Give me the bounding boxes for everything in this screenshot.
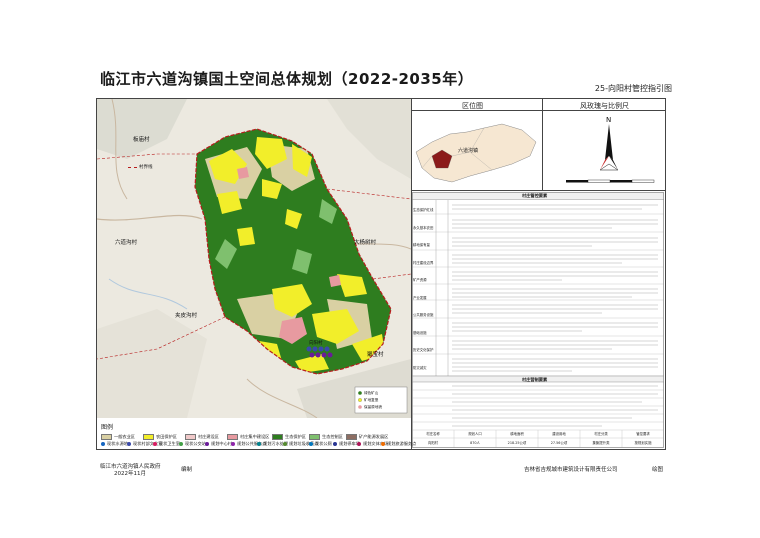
legend-toilet: 现状公厕	[309, 441, 332, 447]
table-subtitle: 村庄营制要素	[522, 377, 548, 382]
legend-tourism: 规划旅游服务点	[381, 441, 416, 447]
legend-water-source: 现状水源地	[101, 441, 128, 447]
map-inner-legend: 绿色矿山 矿地复垦 保留原地貌	[364, 391, 382, 409]
legend-mineral: 矿产能源发展区	[346, 434, 388, 440]
legend-center-village: 规划中心村	[205, 441, 232, 447]
village-label-jubao: 聚宝村	[367, 352, 384, 358]
legend-clinic: 现状卫生室	[153, 441, 180, 447]
village-label-banmiao: 板庙村	[133, 137, 150, 143]
village-label-dayangshu: 大杨树村	[354, 240, 377, 246]
village-label-liudaogou: 六道沟村	[115, 240, 138, 246]
svg-text:N: N	[606, 116, 611, 124]
legend-eco-protect: 生态保护区	[272, 434, 306, 440]
compass-title: 风玫瑰与比例尺	[580, 102, 629, 110]
footer-company: 吉林省吉规城市建筑设计有限责任公司	[524, 467, 618, 473]
legend-title: 图例	[101, 424, 114, 431]
legend-eco-control: 生态控制区	[309, 434, 343, 440]
legend-parking: 规划停车场	[333, 441, 360, 447]
legend-bus-stop: 现状公交站	[179, 441, 206, 447]
footer-org: 临江市六道沟镇人民政府 2022年11月	[100, 464, 161, 477]
table-bottom-row: 向阳村 870人 218.25公顷 27.56公顷 集聚提升类 按规划实施	[427, 441, 652, 445]
compass-rose: N	[560, 112, 660, 190]
boundary-legend-label: 村界线	[128, 164, 153, 170]
footer-draw: 绘图	[652, 467, 664, 473]
legend-village-core: 村庄集中建设区	[227, 434, 269, 440]
village-label-xiangyang: 向阳村	[309, 341, 323, 346]
map-subtitle: 25-向阳村管控指引图	[594, 84, 672, 93]
control-table: 村庄管控要素 村庄营制要素 生态保护红线 永久基本农田 耕地保有量 村庄建设边界…	[412, 192, 664, 448]
table-title: 村庄管控要素	[522, 193, 548, 198]
table-bottom-header: 村庄名称 规划人口 耕地面积 建设用地 村庄分类 管控要求	[426, 432, 650, 436]
legend-farmland-protect: 农田保护区	[143, 434, 177, 440]
footer-compile: 编制	[181, 467, 193, 473]
legend-village-build: 村庄建设区	[185, 434, 219, 440]
inset-town-label: 六道沟镇	[458, 148, 479, 154]
inset-title: 区位图	[462, 102, 483, 110]
map-legend: 图例 一般农业区 农田保护区 村庄建设区 村庄集中建设区 生态保护区 生态控制区…	[97, 420, 416, 449]
legend-general-farm: 一般农业区	[101, 434, 135, 440]
page-title: 临江市六道沟镇国土空间总体规划（2022-2035年）	[100, 70, 474, 88]
village-label-jiapigou: 夹皮沟村	[175, 313, 198, 319]
main-map[interactable]	[97, 99, 411, 418]
table-row-labels: 生态保护红线 永久基本农田 耕地保有量 村庄建设边界 矿产资源 产业发展 公共服…	[413, 208, 434, 370]
